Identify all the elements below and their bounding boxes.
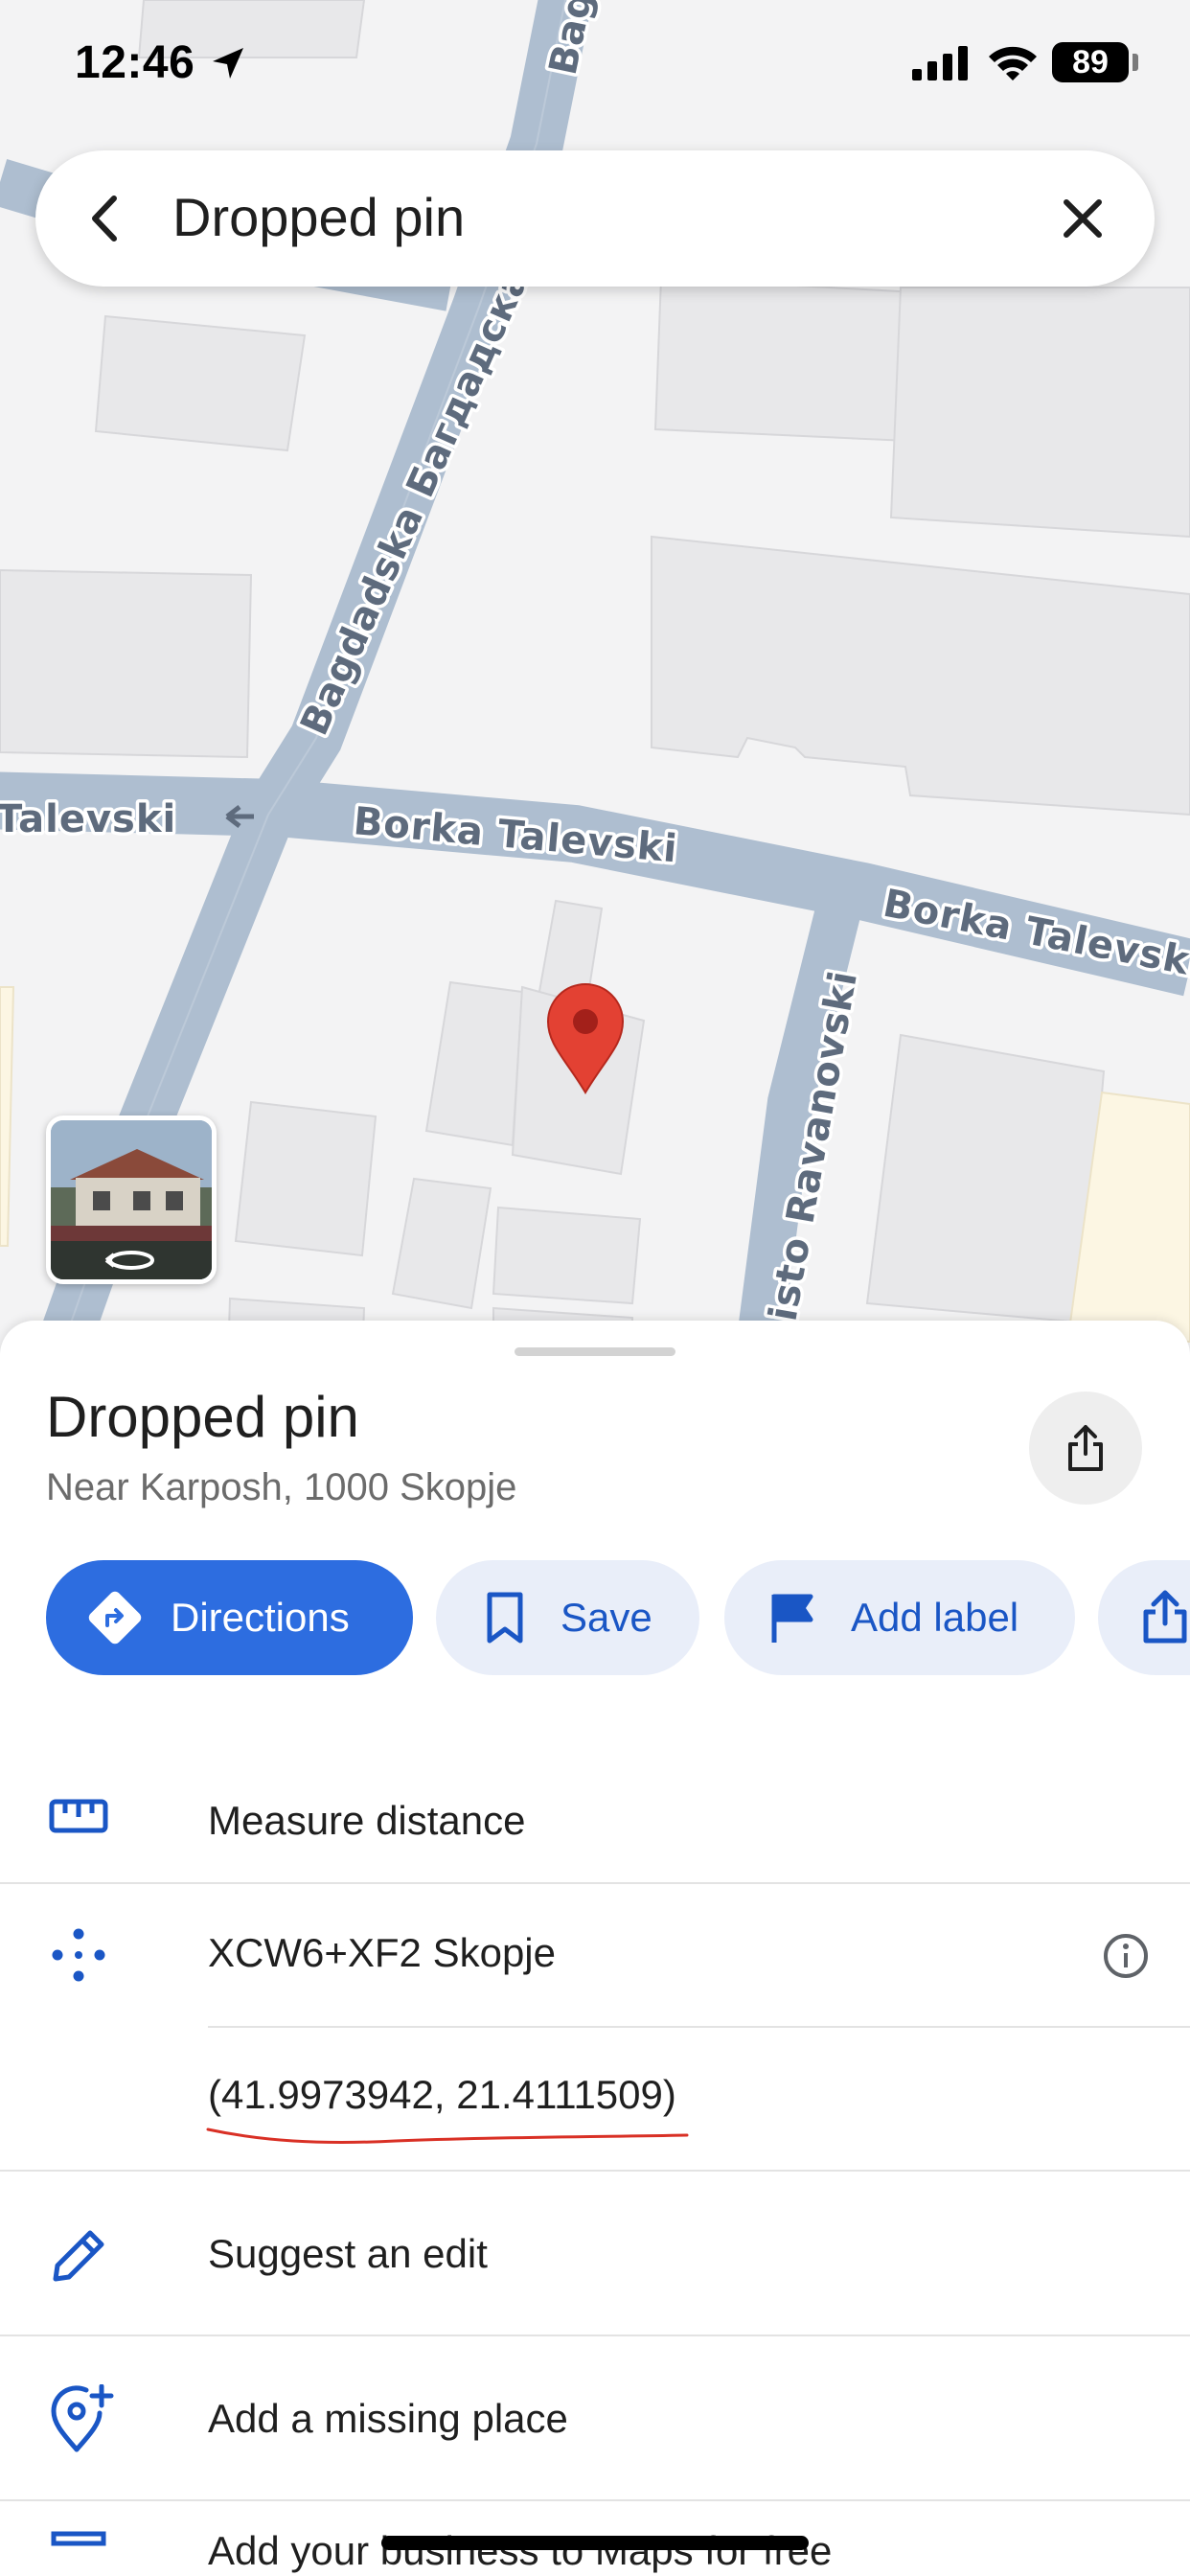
road-label-talevski: Talevski [0,797,176,841]
action-chips: Directions Save Add label [46,1560,1190,1675]
place-bottom-sheet[interactable]: Dropped pin Near Karposh, 1000 Skopje Di… [0,1321,1190,2576]
back-arrow-icon[interactable] [74,185,141,252]
suggest-edit-row[interactable]: Suggest an edit [0,2172,1190,2334]
bookmark-icon [476,1589,534,1656]
battery-icon: 89 [1052,42,1129,82]
info-icon[interactable] [1102,1932,1150,1985]
share-button[interactable] [1029,1392,1142,1505]
share-chip-icon [1136,1589,1190,1656]
place-subtitle: Near Karposh, 1000 Skopje [46,1466,517,1508]
add-label-button[interactable]: Add label [724,1560,1075,1675]
wifi-icon [987,44,1039,87]
home-indicator[interactable] [381,2536,809,2550]
add-label-label: Add label [851,1595,1019,1640]
road-label-bagdadska: Bagdadska Багдадска [292,262,538,743]
directions-button[interactable]: Directions [46,1560,413,1675]
street-view-thumbnail[interactable] [46,1116,217,1284]
handwritten-underline-annotation [206,2128,689,2144]
measure-distance-row[interactable]: Measure distance [0,1752,1190,1896]
status-time: 12:46 [75,37,195,88]
share-chip-button[interactable] [1098,1560,1190,1675]
status-bar: 12:46 89 [0,0,1190,134]
signal-icon [912,46,970,85]
flag-icon [765,1589,822,1656]
search-query-text[interactable]: Dropped pin [172,186,465,248]
place-title: Dropped pin [46,1385,359,1449]
add-missing-place-label: Add a missing place [208,2396,568,2441]
save-button[interactable]: Save [436,1560,699,1675]
suggest-edit-label: Suggest an edit [208,2231,488,2276]
sheet-drag-handle[interactable] [515,1347,675,1356]
store-icon [48,2528,109,2576]
add-missing-place-row[interactable]: Add a missing place [0,2336,1190,2499]
location-arrow-icon [209,44,247,87]
coordinates-label[interactable]: (41.9973942, 21.4111509) [208,2072,676,2118]
search-bar[interactable]: Dropped pin [35,150,1155,287]
plus-code-icon [48,1924,109,1990]
battery-nub [1133,54,1138,71]
plus-code-label: XCW6+XF2 Skopje [208,1930,556,1975]
share-icon [1068,1425,1103,1471]
pencil-icon [48,2225,109,2291]
directions-label: Directions [171,1595,350,1640]
add-place-icon [48,2383,115,2458]
save-label: Save [561,1595,652,1640]
measure-distance-label: Measure distance [208,1798,526,1843]
ruler-icon [48,1796,109,1843]
directions-icon [86,1589,144,1656]
plus-code-row[interactable]: XCW6+XF2 Skopje [0,1884,1190,2028]
close-icon[interactable] [1049,185,1116,252]
